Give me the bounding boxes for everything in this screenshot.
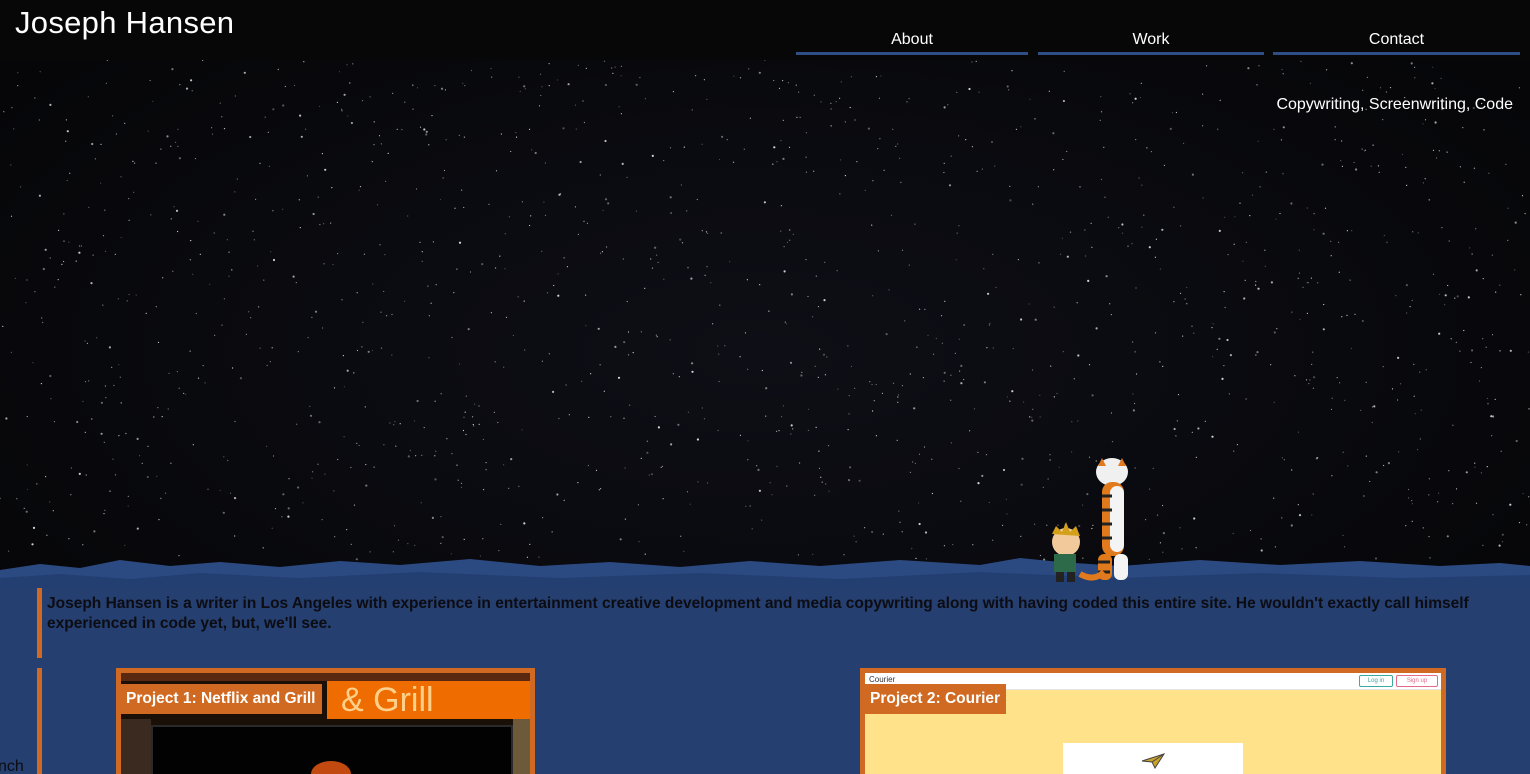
- bio-paragraph: Joseph Hansen is a writer in Los Angeles…: [47, 595, 1469, 632]
- bio-accent-bar: [37, 588, 42, 658]
- project-1-label[interactable]: Project 1: Netflix and Grill: [121, 684, 322, 714]
- nav-about-link[interactable]: About: [796, 31, 1028, 55]
- main-content: Joseph Hansen is a writer in Los Angeles…: [0, 588, 1530, 774]
- courier-signup-button: Sign up: [1396, 675, 1438, 687]
- ground-hills: [0, 558, 1530, 588]
- courier-login-button: Log in: [1359, 675, 1393, 687]
- thumbnail-top-strip: [121, 673, 530, 681]
- hero-banner: [0, 0, 1530, 588]
- project-2-label[interactable]: Project 2: Courier: [865, 684, 1007, 714]
- courier-logo: Courier: [869, 675, 896, 684]
- project-card-netflix-and-grill[interactable]: & Grill Project 1: Netflix and Grill: [116, 668, 535, 774]
- cropped-side-text: nch: [0, 758, 24, 774]
- nav-work-link[interactable]: Work: [1038, 31, 1264, 55]
- project-card-courier[interactable]: Courier Log in Sign up Project 2: Courie…: [860, 668, 1446, 774]
- courier-hero-box: [1063, 743, 1243, 774]
- thumbnail-left-strip: [121, 719, 151, 774]
- stargazing-figures-illustration: [1052, 458, 1128, 582]
- grill-banner: & Grill: [327, 681, 530, 719]
- starfield: [0, 59, 1530, 561]
- tagline: Copywriting, Screenwriting, Code: [1276, 96, 1513, 113]
- top-navigation-bar: Joseph Hansen About Work Contact: [0, 0, 1530, 60]
- site-title[interactable]: Joseph Hansen: [15, 5, 234, 41]
- thumbnail-right-strip: [513, 719, 530, 774]
- nav-contact-link[interactable]: Contact: [1273, 31, 1520, 55]
- projects-accent-bar: [37, 668, 42, 774]
- paper-plane-icon: [1141, 753, 1165, 769]
